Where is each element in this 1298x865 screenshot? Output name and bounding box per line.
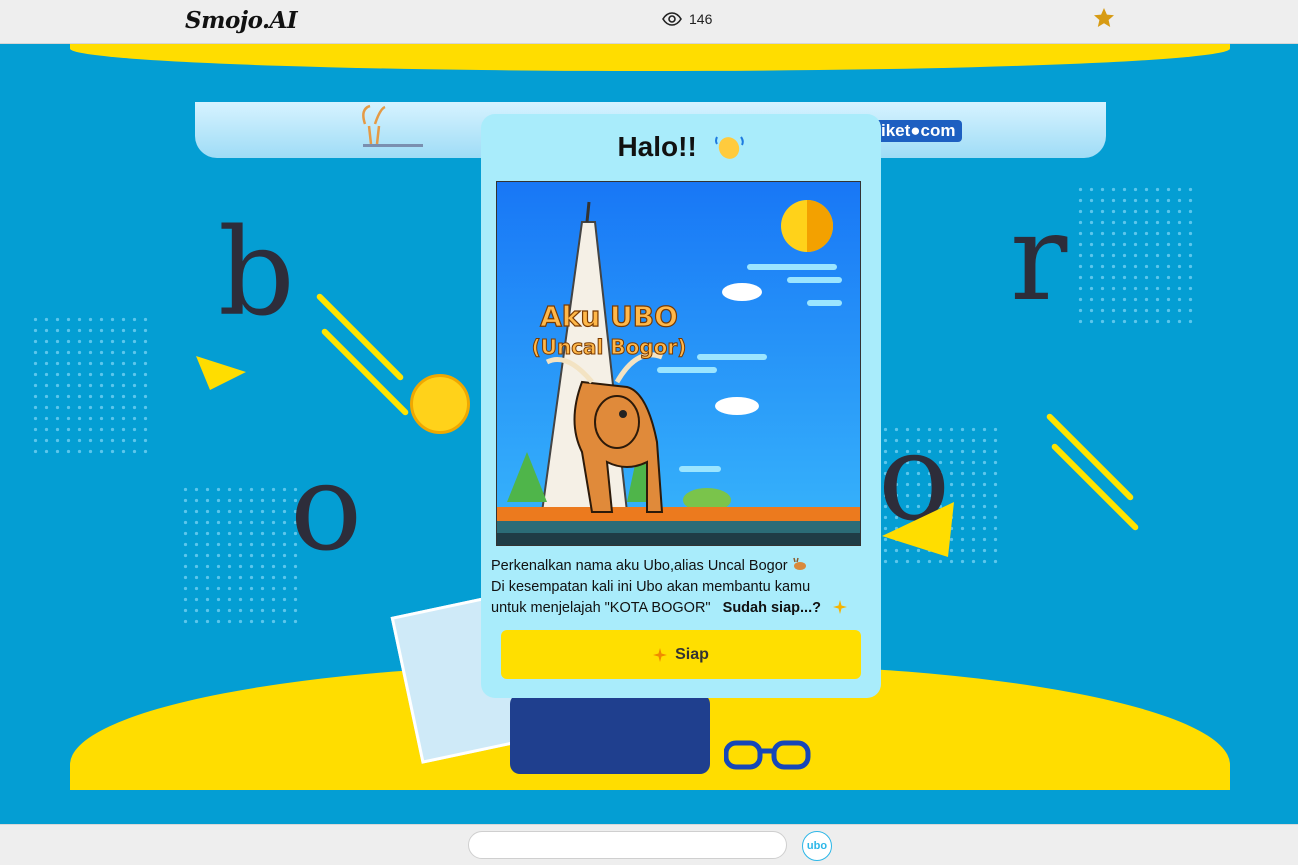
intro-line-3: untuk menjelajah "KOTA BOGOR" Sudah siap… [491,598,875,619]
intro-line-1: Perkenalkan nama aku Ubo,alias Uncal Bog… [491,556,875,577]
ready-button-label: Siap [675,645,709,663]
sunglasses-icon [724,740,811,770]
deer-badge-icon [410,374,470,434]
star-icon[interactable] [1092,6,1116,30]
dot-pattern [30,314,150,454]
deer-emoji-icon [792,557,806,570]
chat-bar: ubo [0,824,1298,865]
intro-question: Sudah siap...? [722,600,821,616]
deer-logo-icon [362,104,423,147]
decor-stripe [1050,442,1140,532]
sparkle-icon [653,647,668,662]
waving-hand-icon [714,136,744,159]
top-bar: Smojo.AI 146 [0,0,1298,44]
suitcase-icon [510,694,710,774]
partner-logo: iket●com [875,120,962,142]
ubo-send-button[interactable]: ubo [802,831,832,861]
intro-message: Perkenalkan nama aku Ubo,alias Uncal Bog… [491,556,875,619]
welcome-dialog: Halo!! Aku UBO (Uncal Bogor) Perkenalkan… [481,114,881,698]
intro-line-2: Di kesempatan kali ini Ubo akan membantu… [491,579,811,595]
ready-button[interactable]: Siap [501,630,861,679]
eye-icon [662,12,682,26]
dot-pattern [1075,184,1195,324]
poster-title: Aku UBO [540,300,678,333]
decor-letter-r: r [1010,189,1068,328]
app-logo[interactable]: Smojo.AI [185,7,298,34]
dialog-title: Halo!! [481,131,881,163]
sparkle-icon [832,600,847,614]
triangle-decor-icon [196,356,246,390]
chat-input[interactable] [468,831,787,859]
dialog-title-text: Halo!! [617,131,697,162]
poster-subtitle: (Uncal Bogor) [532,335,687,359]
decor-stripe [1045,412,1135,502]
triangle-decor-icon [882,502,954,557]
decor-letter-b: b [218,204,295,343]
dot-pattern [180,484,300,624]
decor-letter-o: o [290,439,363,578]
view-count: 146 [689,11,713,27]
ubo-poster-image: Aku UBO (Uncal Bogor) [496,181,861,546]
view-counter: 146 [662,11,712,27]
top-yellow-wave [70,44,1230,71]
